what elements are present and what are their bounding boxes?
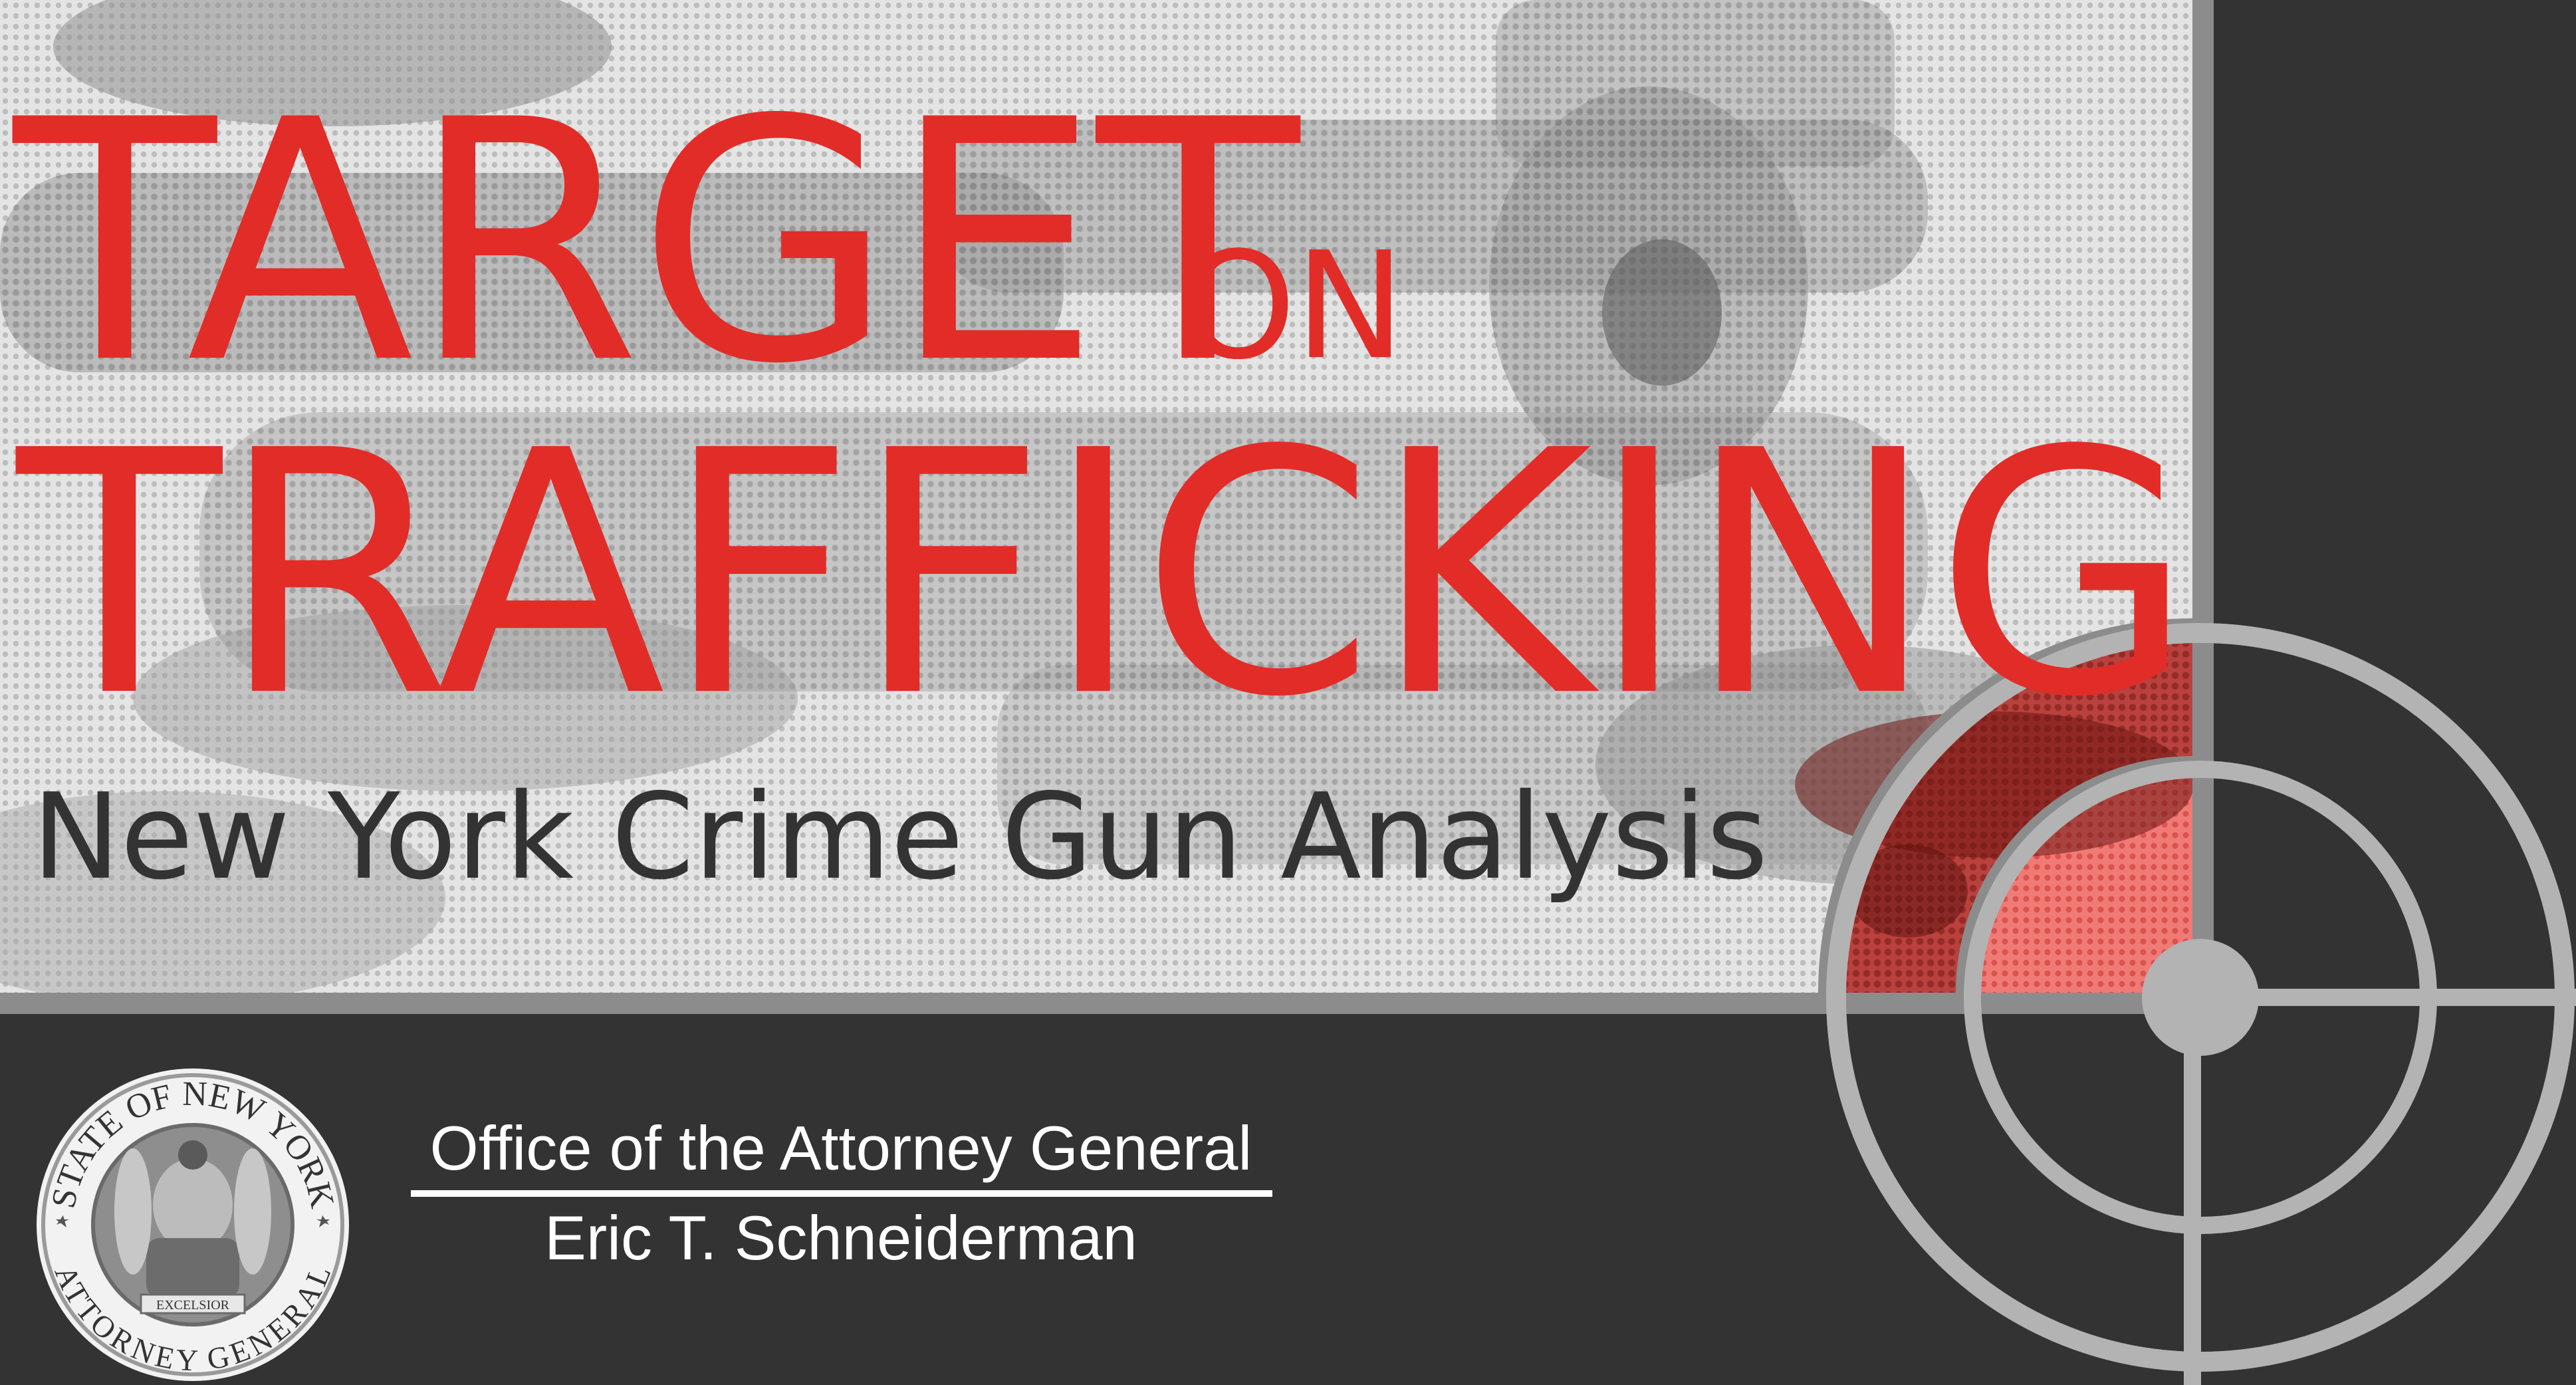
frame-line-bottom (0, 993, 2214, 1014)
title-trafficking: TRAFFICKING (17, 380, 2194, 771)
office-name: Office of the Attorney General (429, 1113, 1252, 1183)
frame-line-right (2192, 0, 2214, 1014)
footer-divider (411, 1190, 1272, 1197)
title-on: ON (1180, 221, 1405, 392)
attorney-general-name: Eric T. Schneiderman (544, 1203, 1137, 1273)
seal-motto: EXCELSIOR (156, 1298, 230, 1313)
cover-page: STATE OF NEW YORK ATTORNEY GENERAL EXCEL… (0, 0, 2576, 1385)
subtitle: New York Crime Gun Analysis (32, 768, 1768, 906)
title-target: TARGET (13, 49, 1300, 436)
seal-logo: STATE OF NEW YORK ATTORNEY GENERAL EXCEL… (37, 1069, 349, 1381)
